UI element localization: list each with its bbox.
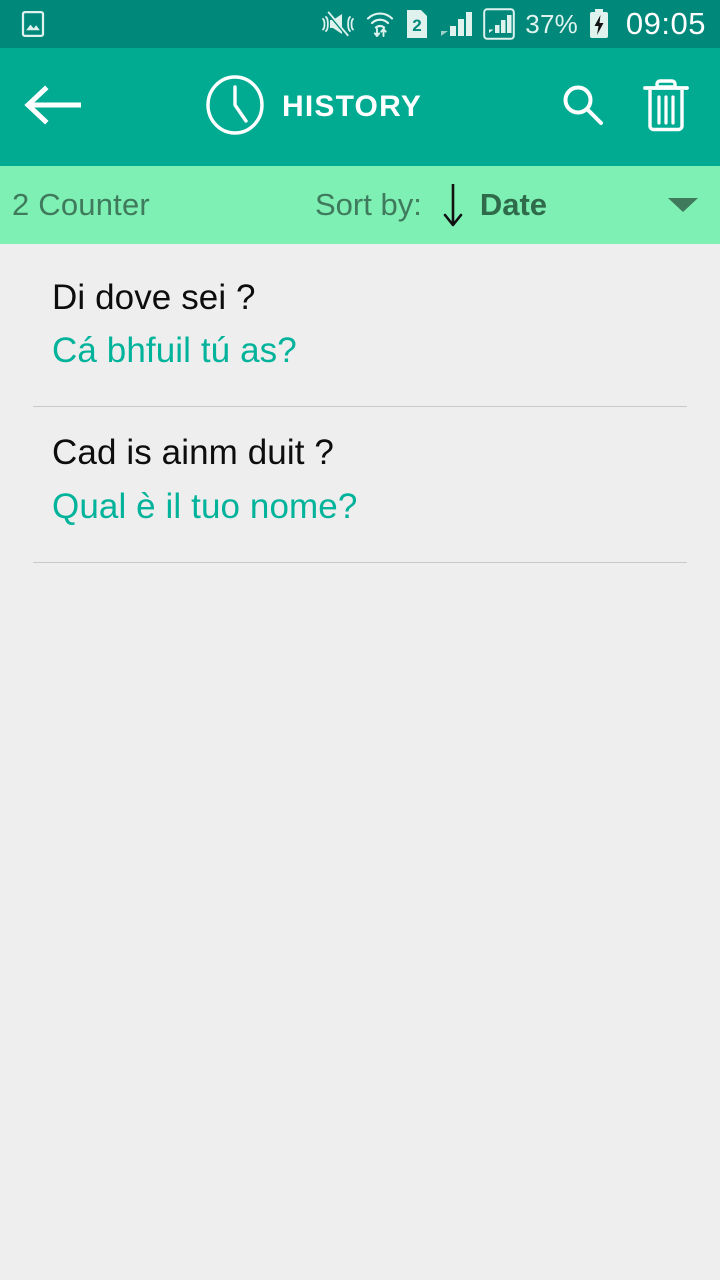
sort-bar[interactable]: 2 Counter Sort by: Date <box>0 166 720 244</box>
history-target-text: Qual è il tuo nome? <box>52 486 358 526</box>
svg-text:2: 2 <box>413 16 422 35</box>
battery-percent-label: 37% <box>525 8 578 39</box>
status-bar: 2 37% 09:05 <box>0 0 720 48</box>
search-button[interactable] <box>542 48 624 166</box>
search-icon <box>558 80 608 135</box>
arrow-left-icon <box>23 83 82 132</box>
sort-value-label: Date <box>479 187 548 222</box>
status-bar-clock: 09:05 <box>625 6 706 41</box>
page-title: HISTORY <box>281 90 423 123</box>
status-bar-left-icons <box>18 9 48 39</box>
list-item[interactable]: Di dove sei ? Cá bhfuil tú as? <box>0 252 720 408</box>
delete-all-button[interactable] <box>624 48 720 166</box>
history-source-text: Cad is ainm duit ? <box>52 433 334 473</box>
chevron-down-icon[interactable] <box>666 194 700 216</box>
history-entry[interactable]: Cad is ainm duit ? Qual è il tuo nome? <box>0 407 720 547</box>
sort-by-label: Sort by: <box>315 187 422 222</box>
list-item[interactable]: Cad is ainm duit ? Qual è il tuo nome? <box>0 407 720 563</box>
app-screen: 2 37% 09:05 HISTORY 2 Counter Sort by: D… <box>0 0 720 1280</box>
history-source-text: Di dove sei ? <box>52 278 256 317</box>
app-bar-title-group: HISTORY <box>84 74 542 141</box>
list-divider <box>33 561 687 563</box>
signal-bars-icon <box>439 10 473 38</box>
wifi-transfer-icon <box>365 9 395 39</box>
clock-icon <box>204 74 266 141</box>
app-bar: HISTORY <box>0 48 720 166</box>
sort-direction-descending-icon[interactable] <box>440 180 466 230</box>
status-bar-right-icons: 2 37% 09:05 <box>321 6 706 42</box>
app-bar-actions <box>542 48 720 166</box>
signal-bars-boxed-icon <box>483 8 516 40</box>
history-counter-label: 2 Counter <box>12 187 150 222</box>
gallery-image-icon <box>18 9 48 39</box>
history-entry[interactable]: Di dove sei ? Cá bhfuil tú as? <box>0 252 720 392</box>
trash-icon <box>642 77 690 138</box>
sim-2-icon: 2 <box>405 9 429 39</box>
vibrate-mute-icon <box>321 10 355 38</box>
sort-control[interactable]: Sort by: Date <box>315 166 547 244</box>
history-list: Di dove sei ? Cá bhfuil tú as? Cad is ai… <box>0 244 720 563</box>
battery-charging-icon <box>588 9 610 39</box>
history-target-text: Cá bhfuil tú as? <box>52 331 297 371</box>
